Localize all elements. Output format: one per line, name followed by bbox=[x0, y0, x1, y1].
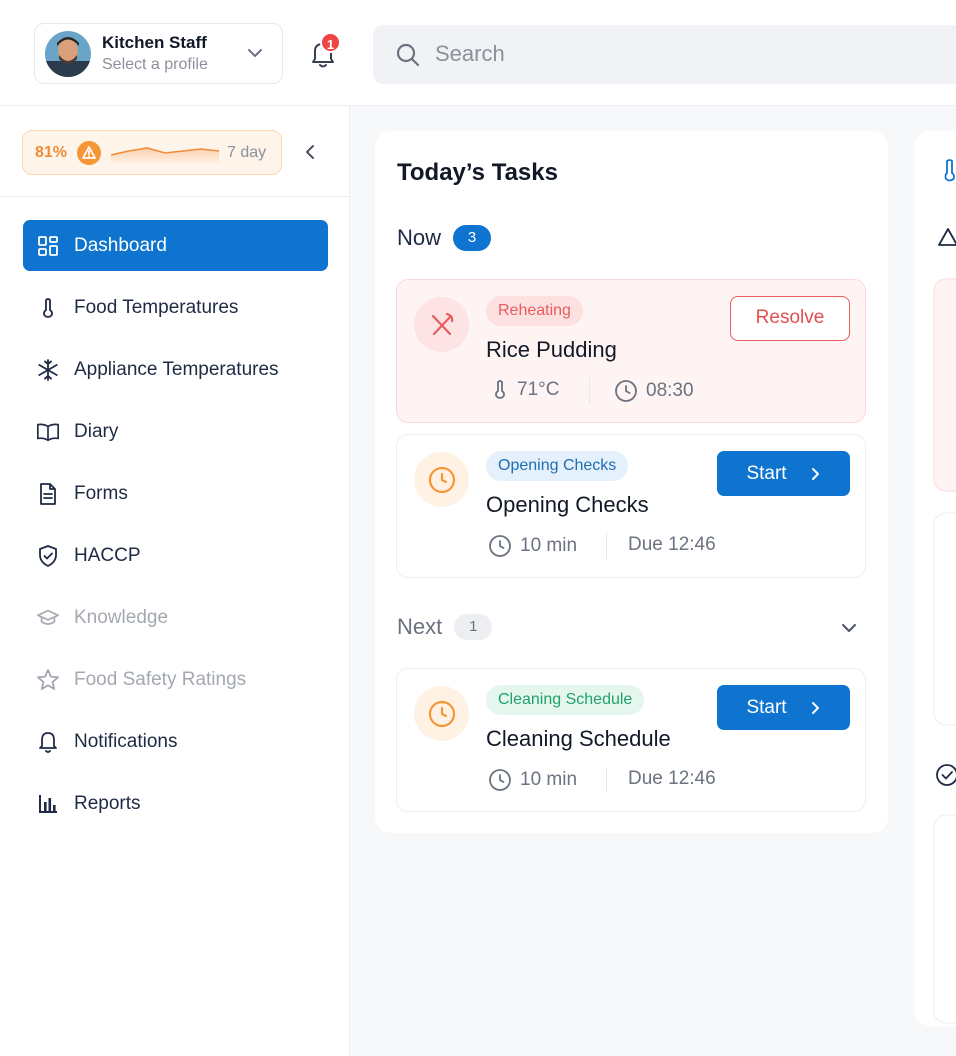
sidebar-nav: Dashboard Food Temperatures Appliance Te… bbox=[23, 220, 328, 840]
sidebar-item-label: Appliance Temperatures bbox=[74, 358, 279, 380]
notification-count-badge: 1 bbox=[320, 32, 341, 53]
clock-icon bbox=[414, 452, 469, 507]
book-icon bbox=[36, 420, 60, 444]
profile-subtitle: Select a profile bbox=[102, 55, 208, 73]
resolve-button[interactable]: Resolve bbox=[730, 296, 850, 341]
sidebar-item-label: Knowledge bbox=[74, 606, 169, 628]
search-input[interactable] bbox=[435, 37, 835, 71]
chevron-down-icon bbox=[246, 44, 264, 67]
task-tag: Reheating bbox=[486, 296, 583, 326]
sidebar-item-food-safety-ratings[interactable]: Food Safety Ratings bbox=[23, 654, 328, 705]
search-icon bbox=[395, 42, 421, 73]
group-next-header[interactable]: Next 1 bbox=[397, 614, 493, 640]
chevron-right-icon bbox=[811, 701, 819, 714]
divider bbox=[606, 533, 607, 559]
task-due: Due 12:46 bbox=[628, 768, 716, 790]
sidebar-item-label: Food Safety Ratings bbox=[74, 668, 247, 690]
card-title: Today’s Tasks bbox=[397, 159, 558, 186]
start-button[interactable]: Start bbox=[717, 685, 850, 730]
thermometer-icon bbox=[36, 296, 60, 320]
sidebar-item-food-temperatures[interactable]: Food Temperatures bbox=[23, 282, 328, 333]
task-name: Opening Checks bbox=[486, 492, 649, 517]
chevron-left-icon bbox=[306, 145, 314, 159]
clock-icon bbox=[615, 380, 637, 402]
score-sparkline bbox=[110, 147, 220, 163]
sidebar-item-forms[interactable]: Forms bbox=[23, 468, 328, 519]
sidebar-item-label: Notifications bbox=[74, 730, 178, 752]
clock-icon bbox=[414, 686, 469, 741]
top-bar: Kitchen Staff Select a profile 1 bbox=[0, 0, 956, 106]
todays-tasks-card: Today’s Tasks Now 3 Reheating Rice Puddi… bbox=[375, 131, 888, 833]
duration-value: 10 min bbox=[520, 769, 578, 790]
clock-icon bbox=[489, 769, 511, 791]
task-due: Due 12:46 bbox=[628, 534, 716, 556]
compliance-score[interactable]: 81% 7 day bbox=[22, 130, 282, 175]
profile-name: Kitchen Staff bbox=[102, 32, 207, 52]
task-card[interactable]: Reheating Rice Pudding 71°C 08:30 Resolv… bbox=[396, 279, 866, 423]
task-tag: Opening Checks bbox=[486, 451, 629, 481]
sidebar-item-reports[interactable]: Reports bbox=[23, 778, 328, 829]
task-duration: 10 min bbox=[488, 768, 577, 792]
start-button-label: Start bbox=[746, 462, 787, 484]
group-label: Now bbox=[397, 225, 442, 250]
sidebar-item-label: HACCP bbox=[74, 544, 141, 566]
task-tag: Cleaning Schedule bbox=[486, 685, 645, 715]
divider bbox=[589, 378, 590, 404]
divider bbox=[606, 767, 607, 793]
document-icon bbox=[36, 482, 60, 506]
sidebar-item-notifications[interactable]: Notifications bbox=[23, 716, 328, 767]
temperature-value: 71°C bbox=[517, 379, 560, 400]
shield-check-icon bbox=[36, 544, 60, 568]
group-count-badge: 1 bbox=[454, 614, 493, 640]
task-card[interactable]: Cleaning Schedule Cleaning Schedule 10 m… bbox=[396, 668, 866, 812]
task-name: Rice Pudding bbox=[486, 337, 617, 362]
due-value: Due 12:46 bbox=[628, 534, 716, 555]
star-icon bbox=[36, 668, 60, 692]
chevron-right-icon bbox=[811, 467, 819, 480]
right-panel bbox=[914, 131, 956, 1026]
group-label: Next bbox=[397, 614, 443, 639]
sidebar-item-label: Diary bbox=[74, 420, 119, 442]
task-duration: 10 min bbox=[488, 534, 577, 558]
score-range: 7 day bbox=[227, 144, 267, 161]
grid-icon bbox=[36, 234, 60, 258]
score-percent: 81% bbox=[35, 144, 68, 161]
profile-selector[interactable]: Kitchen Staff Select a profile bbox=[34, 23, 283, 84]
group-now-header: Now 3 bbox=[397, 225, 492, 251]
collapse-sidebar-button[interactable] bbox=[300, 142, 320, 167]
divider bbox=[0, 196, 350, 197]
sidebar-item-label: Forms bbox=[74, 482, 128, 504]
avatar bbox=[45, 30, 91, 77]
sidebar-item-diary[interactable]: Diary bbox=[23, 406, 328, 457]
graduation-cap-icon bbox=[36, 606, 60, 630]
task-temperature: 71°C bbox=[491, 379, 559, 401]
bell-icon bbox=[36, 730, 60, 754]
sidebar-item-dashboard[interactable]: Dashboard bbox=[23, 220, 328, 271]
right-panel-partial bbox=[933, 159, 956, 1024]
clock-icon bbox=[489, 535, 511, 557]
bar-chart-icon bbox=[36, 792, 60, 816]
start-button-label: Start bbox=[746, 696, 787, 718]
sidebar-item-label: Dashboard bbox=[74, 234, 167, 256]
task-card[interactable]: Opening Checks Opening Checks 10 min Due… bbox=[396, 434, 866, 578]
sidebar-item-label: Reports bbox=[74, 792, 141, 814]
due-value: Due 12:46 bbox=[628, 768, 716, 789]
group-count-badge: 3 bbox=[453, 225, 492, 251]
thermometer-icon bbox=[495, 380, 505, 399]
search-bar bbox=[373, 25, 956, 84]
start-button[interactable]: Start bbox=[717, 451, 850, 496]
chevron-down-icon[interactable] bbox=[839, 618, 859, 643]
sidebar: 81% 7 day Dashboard Food Temperatures Ap… bbox=[0, 106, 350, 1056]
task-name: Cleaning Schedule bbox=[486, 726, 671, 751]
time-value: 08:30 bbox=[646, 380, 694, 401]
sidebar-item-knowledge[interactable]: Knowledge bbox=[23, 592, 328, 643]
task-time: 08:30 bbox=[614, 379, 694, 403]
sidebar-item-haccp[interactable]: HACCP bbox=[23, 530, 328, 581]
snowflake-icon bbox=[36, 358, 60, 382]
sidebar-item-appliance-temperatures[interactable]: Appliance Temperatures bbox=[23, 344, 328, 395]
warning-icon bbox=[77, 141, 101, 165]
utensils-icon bbox=[414, 297, 469, 352]
duration-value: 10 min bbox=[520, 535, 578, 556]
sidebar-item-label: Food Temperatures bbox=[74, 296, 239, 318]
